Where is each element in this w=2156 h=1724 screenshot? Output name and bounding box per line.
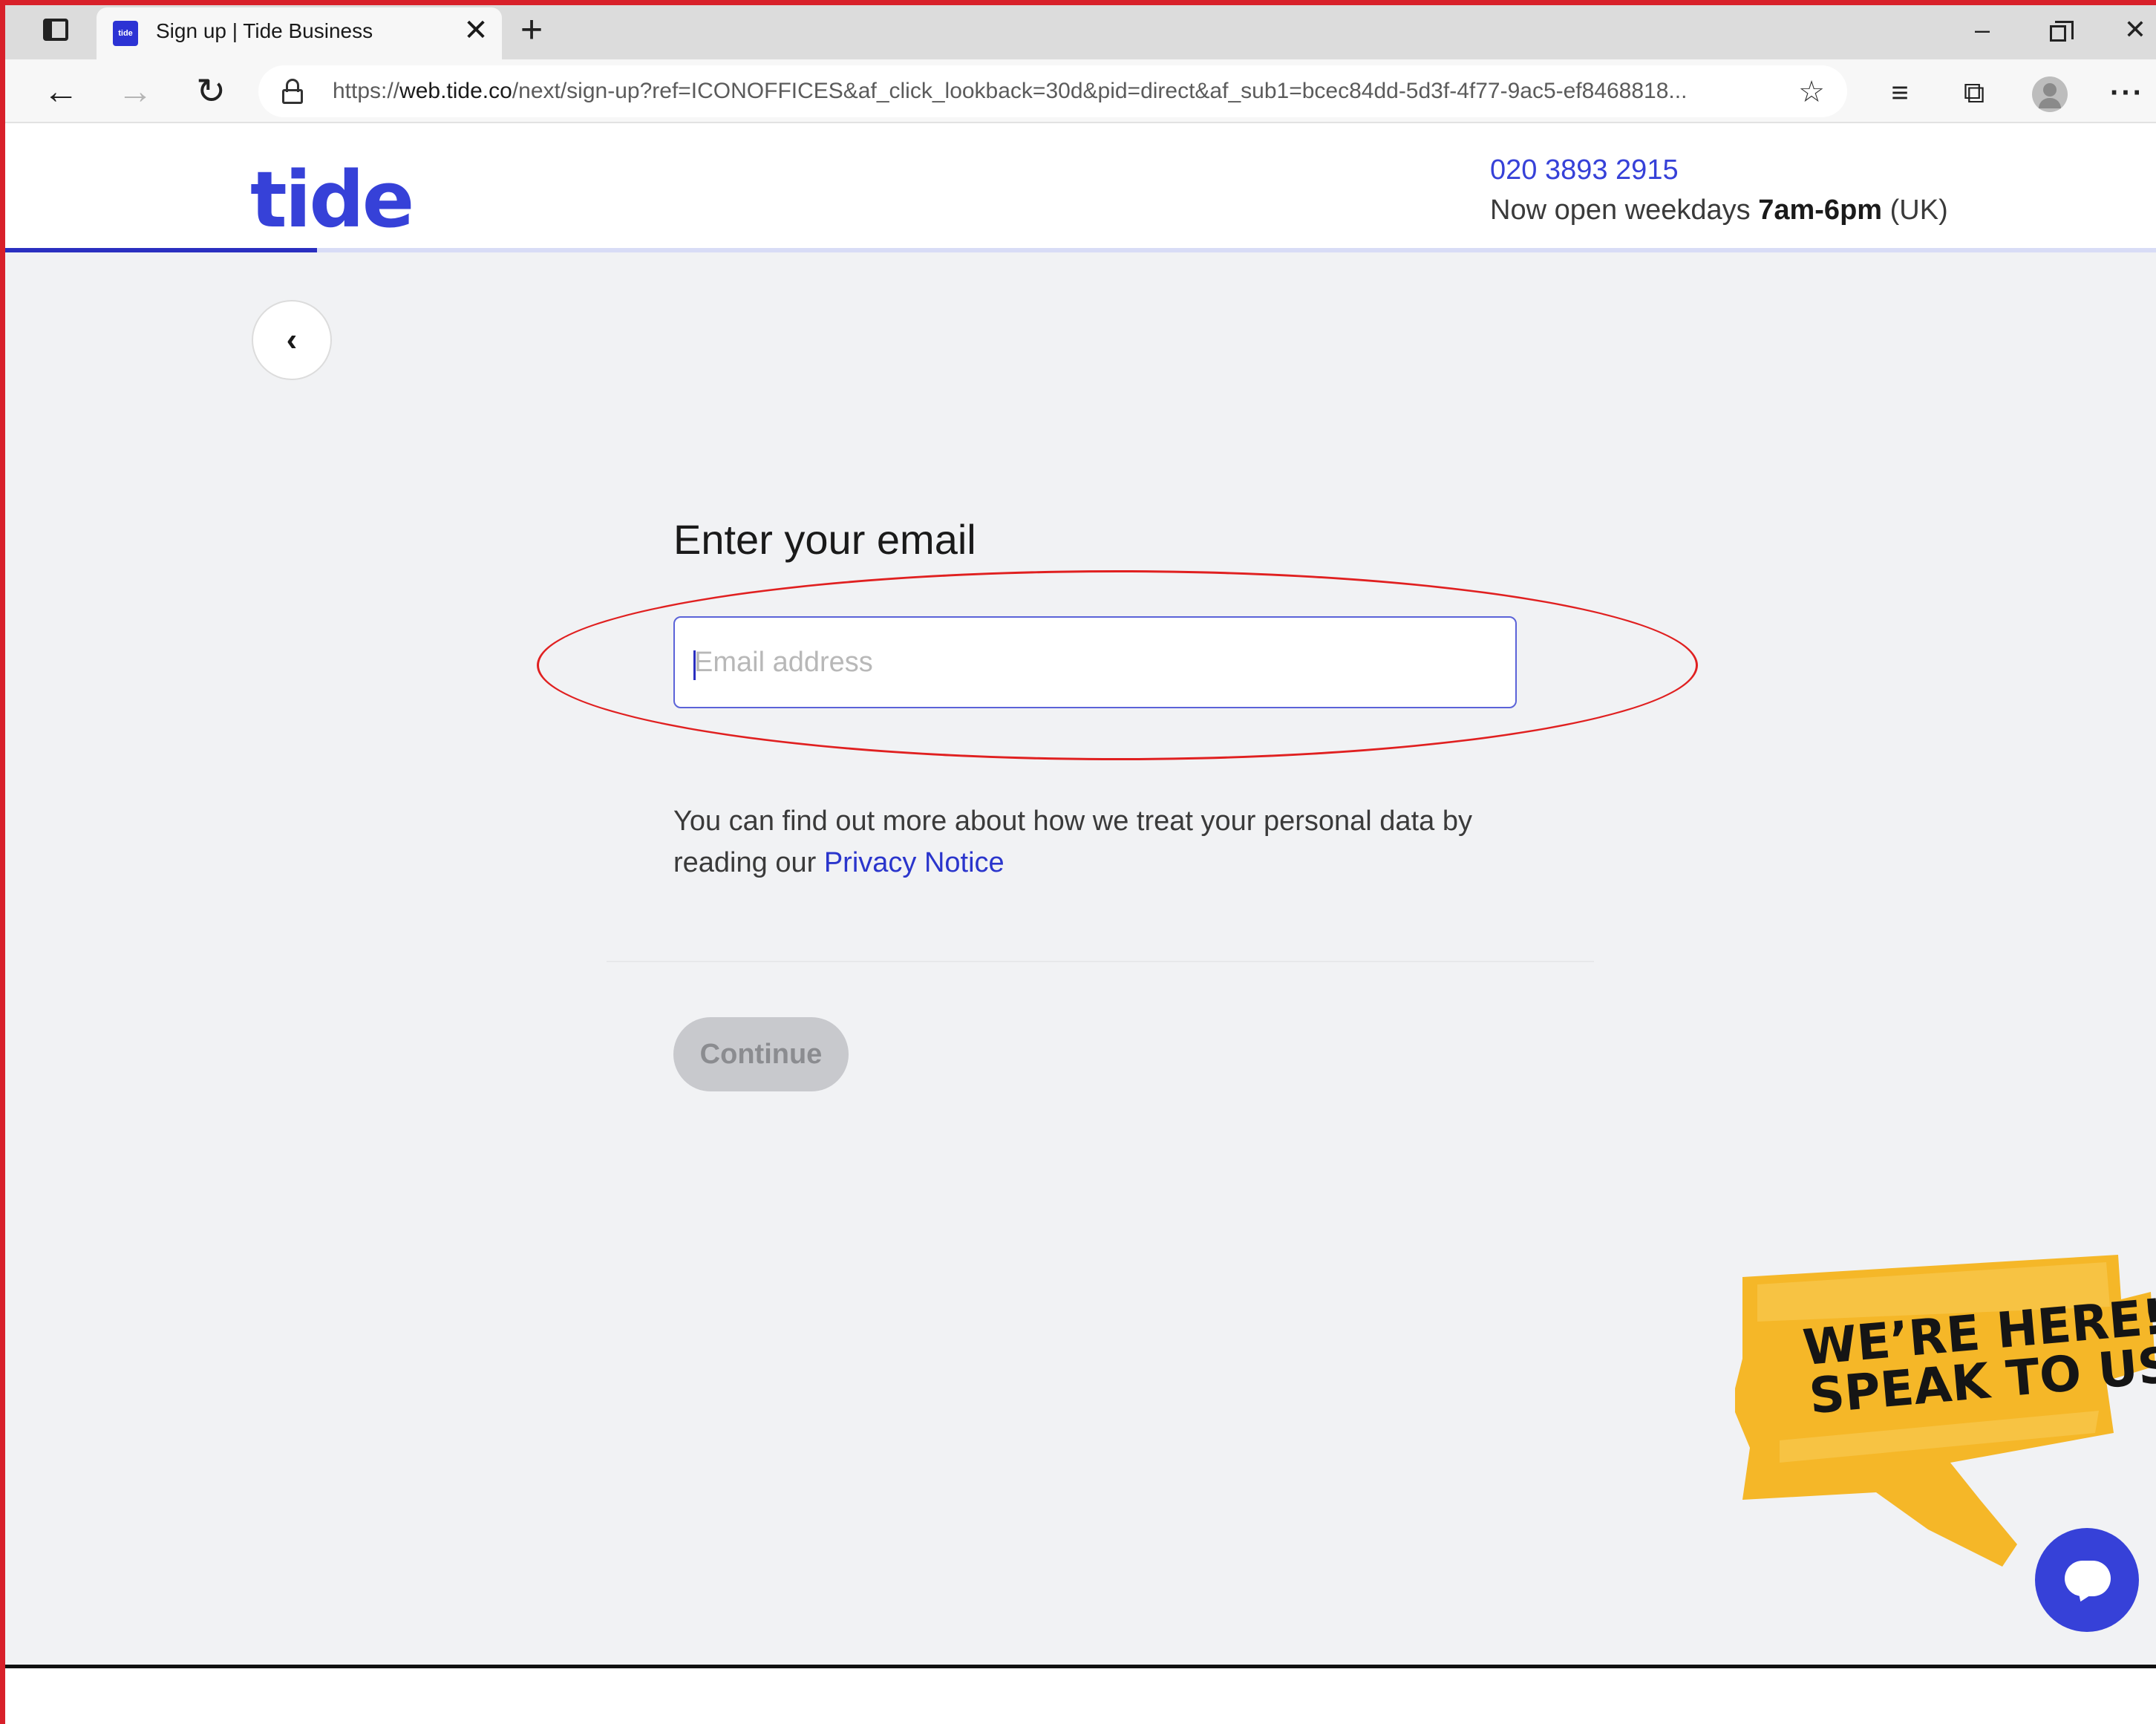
tide-favicon-icon: tide bbox=[113, 21, 138, 46]
tab-close-icon[interactable]: ✕ bbox=[459, 13, 493, 48]
more-icon[interactable]: ··· bbox=[2108, 74, 2146, 111]
reload-icon[interactable]: ↻ bbox=[189, 70, 233, 114]
new-tab-button[interactable]: + bbox=[512, 10, 551, 49]
email-field[interactable] bbox=[673, 616, 1517, 708]
window-minimize-button[interactable]: – bbox=[1960, 9, 2005, 50]
browser-tab-bar: tide Sign up | Tide Business ✕ + – ✕ bbox=[0, 0, 2156, 59]
collections-icon[interactable]: ⧉ bbox=[1956, 74, 1993, 111]
favorites-icon[interactable]: ≡ bbox=[1881, 74, 1918, 111]
url-text[interactable]: https://web.tide.co/next/sign-up?ref=ICO… bbox=[333, 79, 1687, 104]
privacy-notice-link[interactable]: Privacy Notice bbox=[824, 847, 1004, 878]
tide-logo[interactable]: tide bbox=[250, 154, 414, 245]
forward-arrow-icon[interactable]: → bbox=[113, 70, 157, 114]
lock-icon[interactable] bbox=[281, 79, 304, 104]
address-bar[interactable]: https://web.tide.co/next/sign-up?ref=ICO… bbox=[258, 65, 1847, 117]
back-button[interactable]: ‹ bbox=[252, 300, 332, 380]
browser-toolbar: ← → ↻ https://web.tide.co/next/sign-up?r… bbox=[0, 59, 2156, 123]
bottom-bar bbox=[5, 1665, 2156, 1724]
site-header: tide 020 3893 2915 Now open weekdays 7am… bbox=[5, 125, 2156, 251]
back-arrow-icon[interactable]: ← bbox=[39, 70, 83, 114]
chat-launcher-button[interactable] bbox=[2035, 1528, 2139, 1632]
privacy-text: You can find out more about how we treat… bbox=[673, 806, 1472, 878]
phone-number[interactable]: 020 3893 2915 bbox=[1490, 154, 1679, 186]
window-restore-button[interactable] bbox=[2036, 9, 2080, 50]
chat-bubble-icon bbox=[2065, 1561, 2111, 1596]
tab-title: Sign up | Tide Business bbox=[156, 19, 373, 42]
browser-tab[interactable]: tide Sign up | Tide Business ✕ bbox=[97, 7, 502, 59]
opening-hours: Now open weekdays 7am-6pm (UK) bbox=[1490, 195, 1948, 226]
profile-avatar[interactable] bbox=[2031, 74, 2068, 113]
window-close-button[interactable]: ✕ bbox=[2113, 9, 2156, 50]
continue-button[interactable]: Continue bbox=[673, 1017, 849, 1091]
page-title: Enter your email bbox=[673, 516, 976, 563]
tab-actions-icon[interactable] bbox=[37, 13, 74, 46]
main-content: ‹ Enter your email You can find out more… bbox=[5, 252, 2156, 1665]
text-caret bbox=[693, 650, 696, 680]
add-favorite-icon[interactable]: ☆ bbox=[1795, 76, 1828, 108]
divider bbox=[607, 961, 1594, 962]
